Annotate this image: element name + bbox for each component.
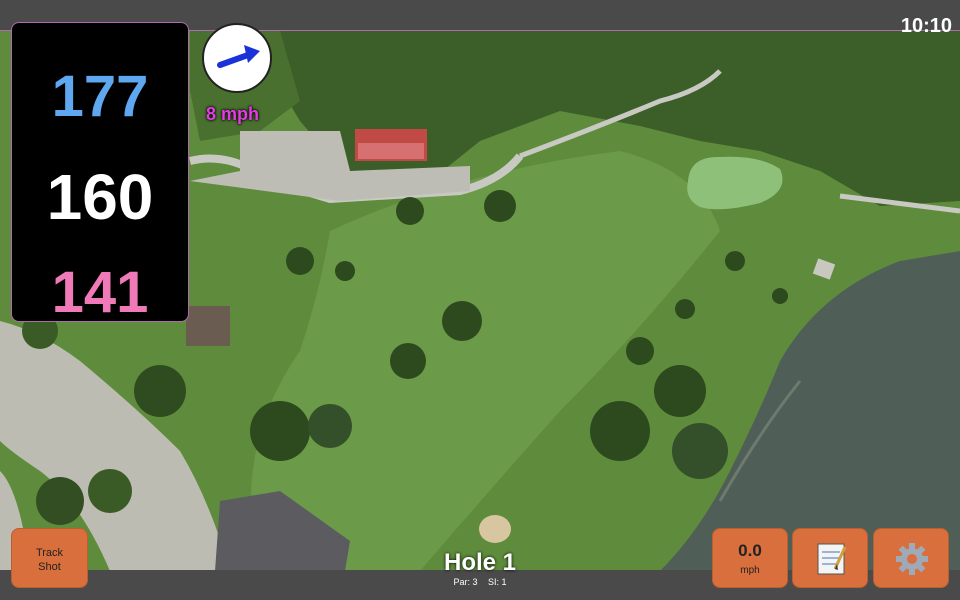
speed-unit: mph	[740, 565, 760, 576]
distance-front: 141	[51, 260, 149, 325]
hole-par: Par: 3	[453, 577, 478, 587]
distance-panel: 177 160 141	[11, 22, 189, 325]
distance-center: 160	[46, 161, 154, 233]
hole-si: SI: 1	[488, 577, 507, 587]
speed-value: 0.0	[738, 541, 762, 560]
wind-indicator	[202, 23, 272, 93]
gear-icon	[896, 543, 928, 575]
distance-back: 177	[51, 64, 149, 129]
wind-speed: 8 mph	[206, 104, 260, 124]
wind-arrow-icon	[217, 45, 260, 68]
settings-button[interactable]	[873, 528, 949, 588]
track-shot-label-line2: Shot	[38, 561, 61, 573]
notes-button[interactable]	[792, 528, 868, 588]
track-shot-label-line1: Track	[35, 547, 64, 559]
track-shot-button[interactable]: Track Shot	[11, 528, 88, 588]
hole-title: Hole 1	[443, 549, 517, 576]
notepad-icon	[817, 543, 847, 575]
clock: 10:10	[900, 15, 952, 37]
speed-button[interactable]: 0.0 mph	[712, 528, 788, 588]
hole-info: Par: 3 SI: 1	[380, 577, 580, 587]
